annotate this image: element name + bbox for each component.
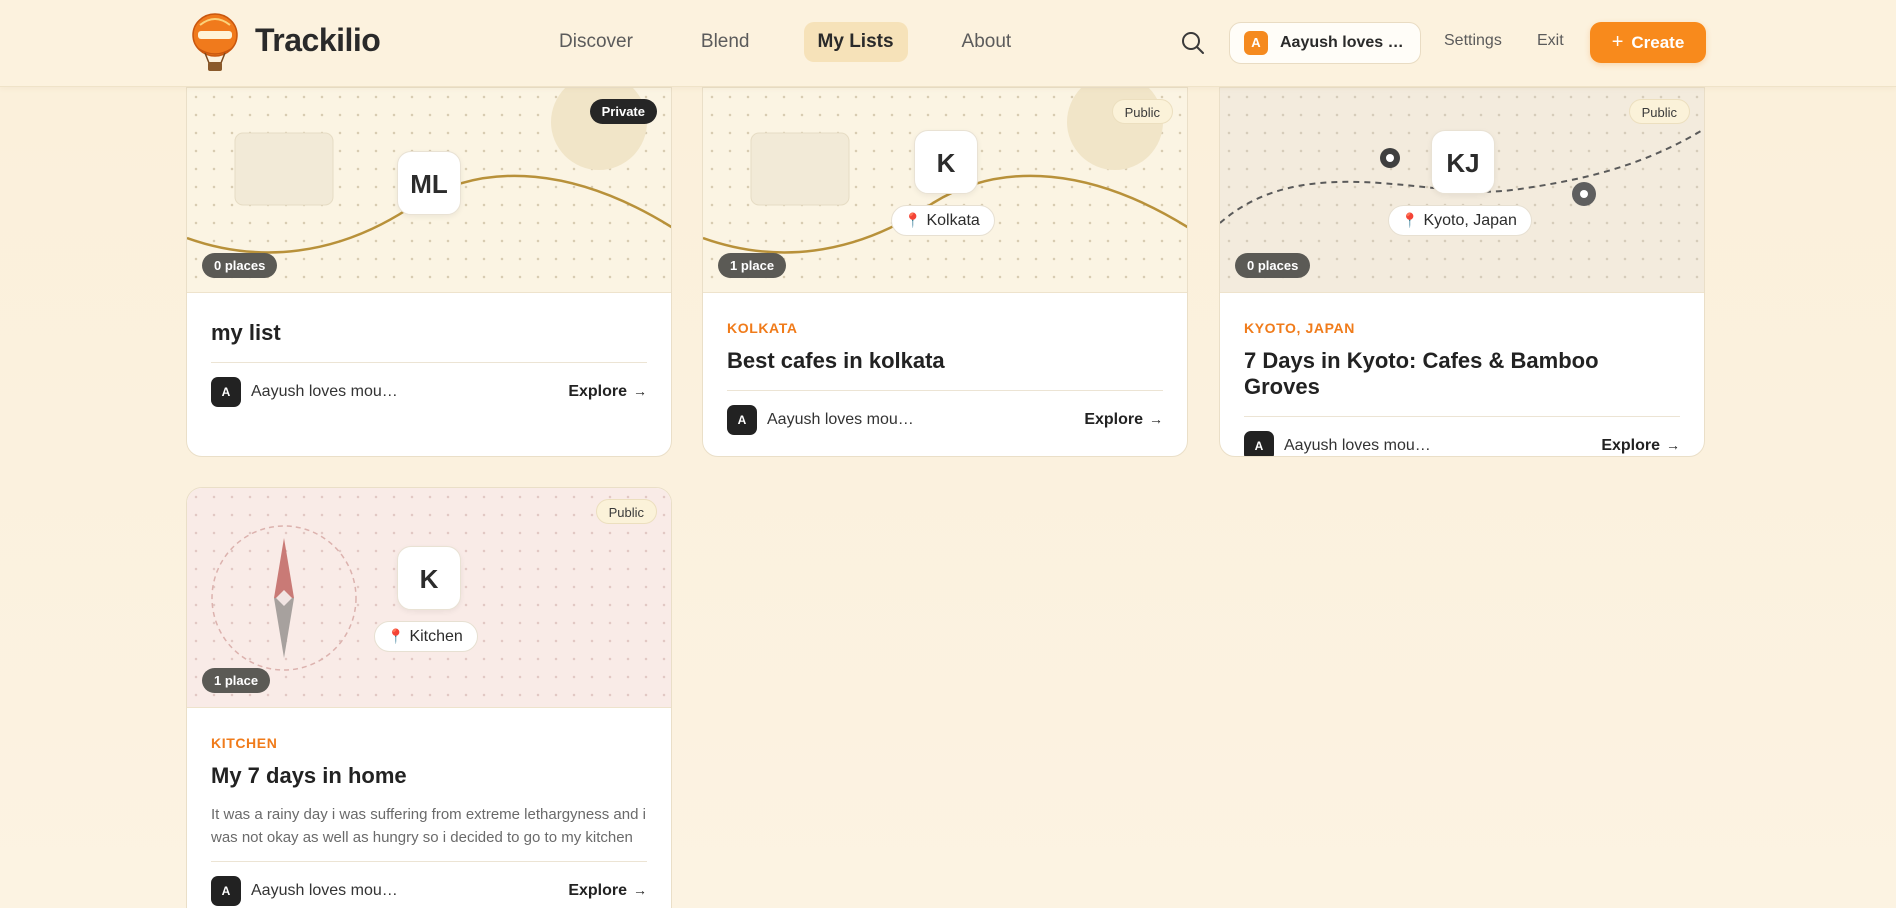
nav-about[interactable]: About xyxy=(948,22,1026,62)
location-pill: 📍 Kitchen xyxy=(374,621,478,652)
card-cover: Public KJ 📍 Kyoto, Japan 0 places xyxy=(1220,88,1704,293)
list-card[interactable]: Public K 📍 Kitchen 1 place KITCHEN My 7 d… xyxy=(186,487,672,908)
user-name: Aayush loves mountains xyxy=(1280,34,1410,51)
arrow-right-icon: → xyxy=(633,383,647,399)
visibility-badge: Private xyxy=(589,99,657,124)
location-pill: 📍 Kolkata xyxy=(891,205,995,236)
author[interactable]: A Aayush loves mountains xyxy=(211,377,399,407)
user-menu-button[interactable]: A Aayush loves mountains xyxy=(1229,22,1421,64)
user-avatar: A xyxy=(1244,31,1268,55)
places-count-badge: 0 places xyxy=(202,253,278,278)
list-location-kicker: KOLKATA xyxy=(727,320,798,336)
places-count-badge: 0 places xyxy=(1235,253,1311,278)
visibility-badge: Public xyxy=(1111,99,1173,124)
card-body: KOLKATA Best cafes in kolkata A Aayush l… xyxy=(727,320,1163,435)
location-label: Kitchen xyxy=(409,628,463,645)
plus-icon: + xyxy=(1611,31,1624,53)
list-card[interactable]: Public K 📍 Kolkata 1 place KOLKATA Best c… xyxy=(702,87,1188,457)
map-pin-icon: 📍 xyxy=(387,628,405,644)
top-navbar: Trackilio Discover Blend My Lists About … xyxy=(0,0,1896,87)
card-cover: Private ML 0 places xyxy=(187,88,671,293)
explore-label: Explore xyxy=(568,882,627,899)
explore-link[interactable]: Explore → xyxy=(1084,411,1163,429)
author[interactable]: A Aayush loves mountains xyxy=(727,405,915,435)
divider xyxy=(1244,416,1680,417)
create-button-label: Create xyxy=(1631,32,1685,52)
card-footer: A Aayush loves mountains Explore → xyxy=(1244,431,1680,456)
author-name: Aayush loves mountains xyxy=(1284,437,1432,454)
divider xyxy=(727,390,1163,391)
visibility-badge: Public xyxy=(1628,99,1690,124)
visibility-badge: Public xyxy=(595,499,657,524)
author[interactable]: A Aayush loves mountains xyxy=(211,876,399,906)
explore-link[interactable]: Explore → xyxy=(568,383,647,401)
card-cover: Public K 📍 Kolkata 1 place xyxy=(703,88,1187,293)
list-location-kicker: KITCHEN xyxy=(211,735,278,751)
explore-link[interactable]: Explore → xyxy=(568,882,647,900)
explore-label: Explore xyxy=(1601,437,1660,454)
list-initials: KJ xyxy=(1431,130,1495,194)
card-cover: Public K 📍 Kitchen 1 place xyxy=(187,488,671,708)
card-body: KITCHEN My 7 days in home It was a rainy… xyxy=(211,735,647,906)
list-title[interactable]: My 7 days in home xyxy=(211,763,647,789)
arrow-right-icon: → xyxy=(633,882,647,898)
nav-my-lists[interactable]: My Lists xyxy=(803,22,908,62)
create-button[interactable]: + Create xyxy=(1590,22,1706,63)
explore-label: Explore xyxy=(1084,411,1143,428)
author-avatar: A xyxy=(211,377,241,407)
list-card[interactable]: Public KJ 📍 Kyoto, Japan 0 places KYOTO, … xyxy=(1219,87,1705,457)
arrow-right-icon: → xyxy=(1149,411,1163,427)
explore-link[interactable]: Explore → xyxy=(1601,437,1680,455)
location-pill: 📍 Kyoto, Japan xyxy=(1388,205,1532,236)
author-avatar: A xyxy=(727,405,757,435)
card-footer: A Aayush loves mountains Explore → xyxy=(211,876,647,906)
map-pin-icon: 📍 xyxy=(1401,212,1419,228)
nav-discover[interactable]: Discover xyxy=(545,22,647,62)
author-name: Aayush loves mountains xyxy=(767,411,915,428)
main-nav: Discover Blend My Lists About xyxy=(545,22,1025,62)
card-body: my list A Aayush loves mountains Explore… xyxy=(211,320,647,407)
divider xyxy=(211,861,647,862)
list-initials: K xyxy=(914,130,978,194)
location-label: Kolkata xyxy=(926,212,980,229)
places-count-badge: 1 place xyxy=(202,668,271,693)
arrow-right-icon: → xyxy=(1666,437,1680,453)
list-card[interactable]: Private ML 0 places my list A Aayush lov… xyxy=(186,87,672,457)
hot-air-balloon-logo-icon[interactable] xyxy=(190,13,240,73)
list-title[interactable]: 7 Days in Kyoto: Cafes & Bamboo Groves xyxy=(1244,348,1680,400)
list-title[interactable]: my list xyxy=(211,320,647,346)
map-pin-icon: 📍 xyxy=(904,212,922,228)
list-initials: ML xyxy=(397,151,461,215)
author-name: Aayush loves mountains xyxy=(251,882,399,899)
divider xyxy=(211,362,647,363)
list-location-kicker: KYOTO, JAPAN xyxy=(1244,320,1355,336)
card-footer: A Aayush loves mountains Explore → xyxy=(727,405,1163,435)
list-title[interactable]: Best cafes in kolkata xyxy=(727,348,1163,374)
card-footer: A Aayush loves mountains Explore → xyxy=(211,377,647,407)
list-description: It was a rainy day i was suffering from … xyxy=(211,806,646,846)
list-initials: K xyxy=(397,546,461,610)
author[interactable]: A Aayush loves mountains xyxy=(1244,431,1432,456)
author-avatar: A xyxy=(1244,431,1274,456)
nav-blend[interactable]: Blend xyxy=(687,22,764,62)
brand-name[interactable]: Trackilio xyxy=(255,22,381,59)
settings-link[interactable]: Settings xyxy=(1444,32,1502,50)
location-label: Kyoto, Japan xyxy=(1423,212,1517,229)
author-name: Aayush loves mountains xyxy=(251,383,399,400)
exit-link[interactable]: Exit xyxy=(1537,32,1564,50)
places-count-badge: 1 place xyxy=(718,253,787,278)
search-icon[interactable] xyxy=(1180,30,1206,56)
author-avatar: A xyxy=(211,876,241,906)
card-body: KYOTO, JAPAN 7 Days in Kyoto: Cafes & Ba… xyxy=(1244,320,1680,456)
explore-label: Explore xyxy=(568,383,627,400)
